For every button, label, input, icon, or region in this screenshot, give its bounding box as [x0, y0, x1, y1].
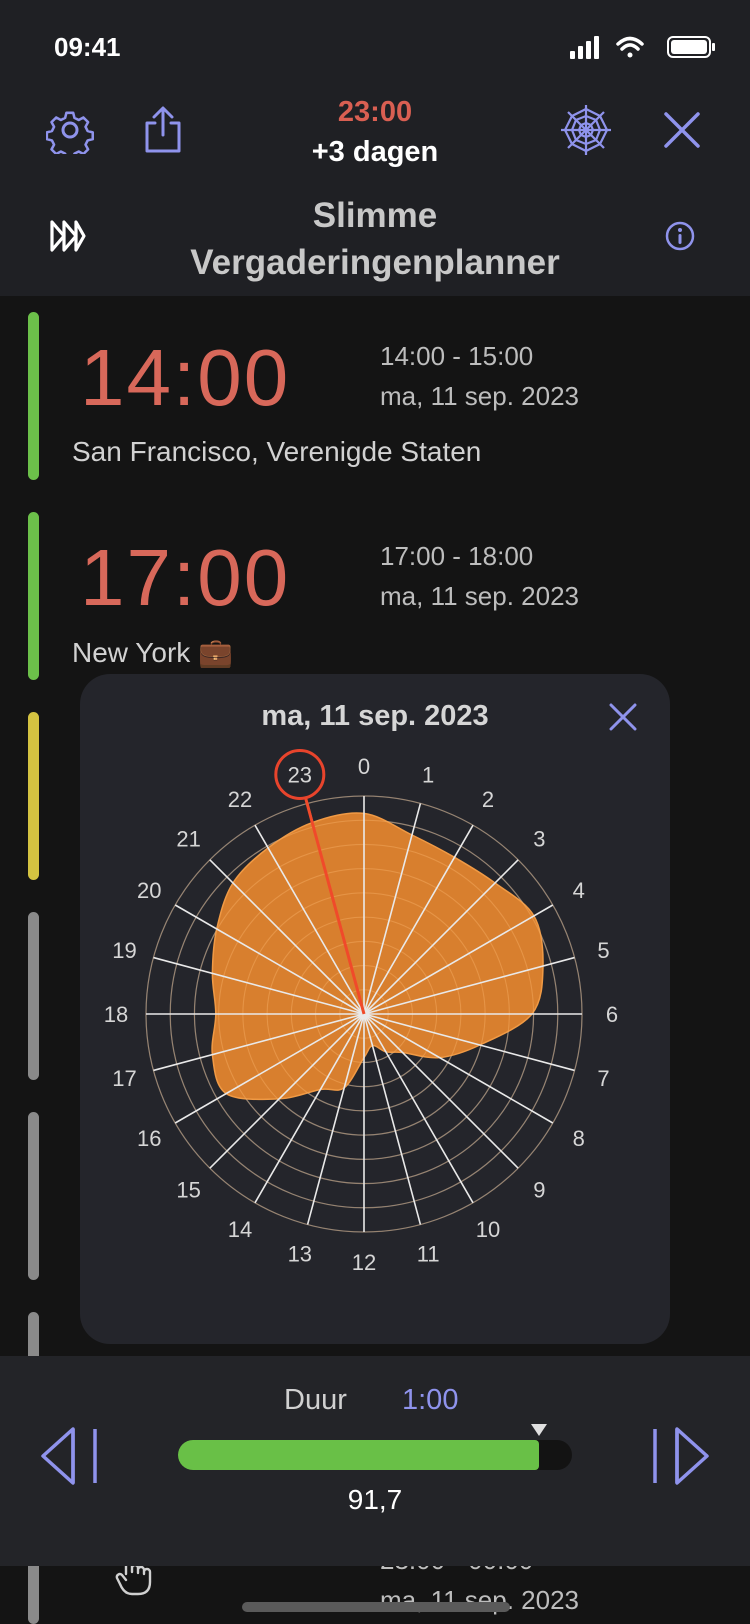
- row-color-bar: [28, 312, 39, 480]
- hour-label: 9: [533, 1177, 545, 1202]
- slider-value: 91,7: [347, 1484, 403, 1515]
- hour-label: 1: [422, 762, 434, 787]
- hour-label: 10: [476, 1217, 500, 1242]
- skip-forward-icon: [50, 220, 86, 252]
- hour-label: 22: [228, 787, 252, 812]
- header-days: +3 dagen: [311, 136, 439, 168]
- spider-web-icon: [561, 105, 611, 155]
- hour-label: 20: [137, 878, 161, 903]
- radar-chart[interactable]: 0 1234567891011121314151617181920212223: [80, 674, 670, 1344]
- hour-label: 0: [358, 754, 370, 779]
- list-item[interactable]: 17:00 17:00 - 18:00 ma, 11 sep. 2023 New…: [0, 512, 750, 682]
- row-range: 14:00 - 15:00 ma, 11 sep. 2023: [380, 341, 579, 411]
- hour-label: 23: [288, 762, 312, 787]
- info-button[interactable]: [650, 206, 710, 266]
- slider-thumb[interactable]: [531, 1424, 548, 1436]
- skip-forward-button[interactable]: [38, 206, 98, 266]
- row-color-bar: [28, 1112, 39, 1280]
- status-icons: [570, 34, 720, 60]
- hour-label: 13: [288, 1242, 312, 1267]
- header-time: 23:00: [337, 96, 413, 128]
- hour-label: 7: [597, 1066, 609, 1091]
- web-view-button[interactable]: [556, 100, 616, 160]
- hour-label: 21: [176, 827, 200, 852]
- hour-label: 12: [352, 1250, 376, 1275]
- info-icon: [665, 221, 695, 251]
- hour-label: 18: [104, 1002, 128, 1027]
- next-button[interactable]: [642, 1416, 722, 1496]
- hour-label: 19: [112, 938, 136, 963]
- row-color-bar: [28, 512, 39, 680]
- row-time: 17:00: [80, 533, 291, 622]
- close-button[interactable]: [652, 100, 712, 160]
- row-time: 14:00: [80, 333, 291, 422]
- skip-back-icon: [41, 1427, 97, 1485]
- hour-label: 17: [112, 1066, 136, 1091]
- signal-icon: [570, 36, 599, 59]
- row-color-bar: [28, 912, 39, 1080]
- skip-forward-icon: [653, 1427, 709, 1485]
- hour-label: 6: [606, 1002, 618, 1027]
- hour-label: 8: [573, 1126, 585, 1151]
- radar-area: [211, 812, 544, 1101]
- list-item[interactable]: 14:00 14:00 - 15:00 ma, 11 sep. 2023 San…: [0, 312, 750, 482]
- hour-label: 5: [597, 938, 609, 963]
- score-slider[interactable]: [178, 1424, 572, 1470]
- hour-label: 15: [176, 1177, 200, 1202]
- hour-label: 11: [417, 1242, 440, 1267]
- day-popup: ma, 11 sep. 2023 0 1 2 3 4 5 6 7 8 9 10 11 12 13 14 15 1…: [80, 674, 670, 1344]
- duration-label: Duur: [284, 1384, 347, 1416]
- hour-label: 3: [533, 827, 545, 852]
- row-range: 17:00 - 18:00 ma, 11 sep. 2023: [380, 541, 579, 611]
- hour-label: 2: [482, 787, 494, 812]
- row-place: New York 💼: [72, 637, 233, 668]
- bottom-controls: Duur 1:00 91,7: [0, 1356, 750, 1566]
- slider-fill: [178, 1440, 540, 1470]
- hour-label: 16: [137, 1126, 161, 1151]
- row-place: San Francisco, Verenigde Staten: [72, 436, 482, 467]
- status-time: 09:41: [54, 32, 121, 62]
- page-title: Slimme Vergaderingenplanner: [190, 196, 560, 282]
- battery-icon: [667, 36, 715, 58]
- duration-value[interactable]: 1:00: [402, 1384, 458, 1417]
- close-icon: [664, 112, 700, 148]
- hour-label: 14: [228, 1217, 252, 1242]
- home-indicator: [242, 1602, 510, 1612]
- top-bar: 09:41 23:00 +3 dagen Slimme Vergaderinge…: [0, 0, 750, 296]
- row-color-bar: [28, 712, 39, 880]
- wifi-icon: [616, 36, 644, 58]
- hour-label: 4: [573, 878, 585, 903]
